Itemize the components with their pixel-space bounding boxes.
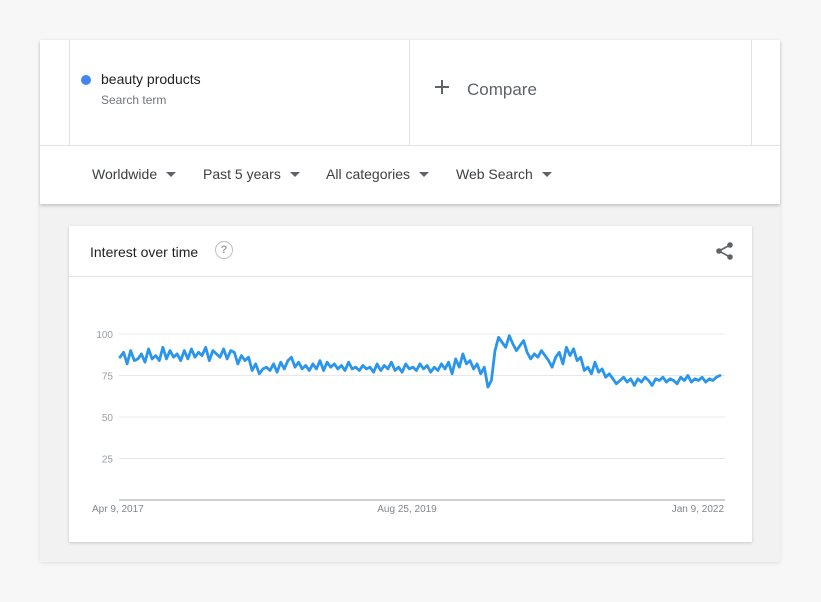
filter-search-type-dropdown[interactable]: Web Search [456, 166, 552, 182]
filter-region-dropdown[interactable]: Worldwide [92, 166, 177, 182]
compare-button[interactable]: Compare [410, 40, 752, 145]
search-header-panel: beauty products Search term Compare Worl… [40, 40, 780, 204]
plus-icon [435, 80, 449, 94]
filter-search-type-label: Web Search [456, 166, 533, 182]
filter-bar: Worldwide Past 5 years All categories We… [40, 146, 780, 204]
filter-time-range-label: Past 5 years [203, 166, 281, 182]
search-term-subtitle: Search term [101, 93, 167, 107]
filter-category-dropdown[interactable]: All categories [326, 166, 430, 182]
x-tick-label: Apr 9, 2017 [92, 504, 144, 515]
series-line-0[interactable] [118, 334, 722, 389]
y-tick-label: 100 [96, 330, 113, 341]
filter-category-label: All categories [326, 166, 411, 182]
series-color-dot [81, 75, 91, 85]
x-tick-label: Jan 9, 2022 [672, 504, 725, 515]
search-term-name[interactable]: beauty products [101, 71, 201, 87]
filter-region-label: Worldwide [92, 166, 158, 182]
y-tick-label: 75 [102, 372, 114, 383]
x-tick-label: Aug 25, 2019 [377, 504, 437, 515]
y-tick-label: 25 [102, 455, 114, 466]
interest-over-time-card: Interest over time ? 25 50 75 100 Apr 9, 20… [69, 226, 752, 542]
caret-down-icon [541, 171, 552, 177]
trends-container: beauty products Search term Compare Worl… [40, 40, 780, 562]
caret-down-icon [289, 171, 300, 177]
interest-line-chart: 25 50 75 100 Apr 9, 2017 Aug 25, 2019 Jan 9, … [92, 330, 725, 515]
y-tick-label: 50 [102, 413, 114, 424]
caret-down-icon [166, 171, 177, 177]
compare-label: Compare [467, 80, 537, 99]
caret-down-icon [419, 171, 430, 177]
search-term-card[interactable]: beauty products Search term [69, 40, 410, 145]
filter-time-range-dropdown[interactable]: Past 5 years [203, 166, 300, 182]
